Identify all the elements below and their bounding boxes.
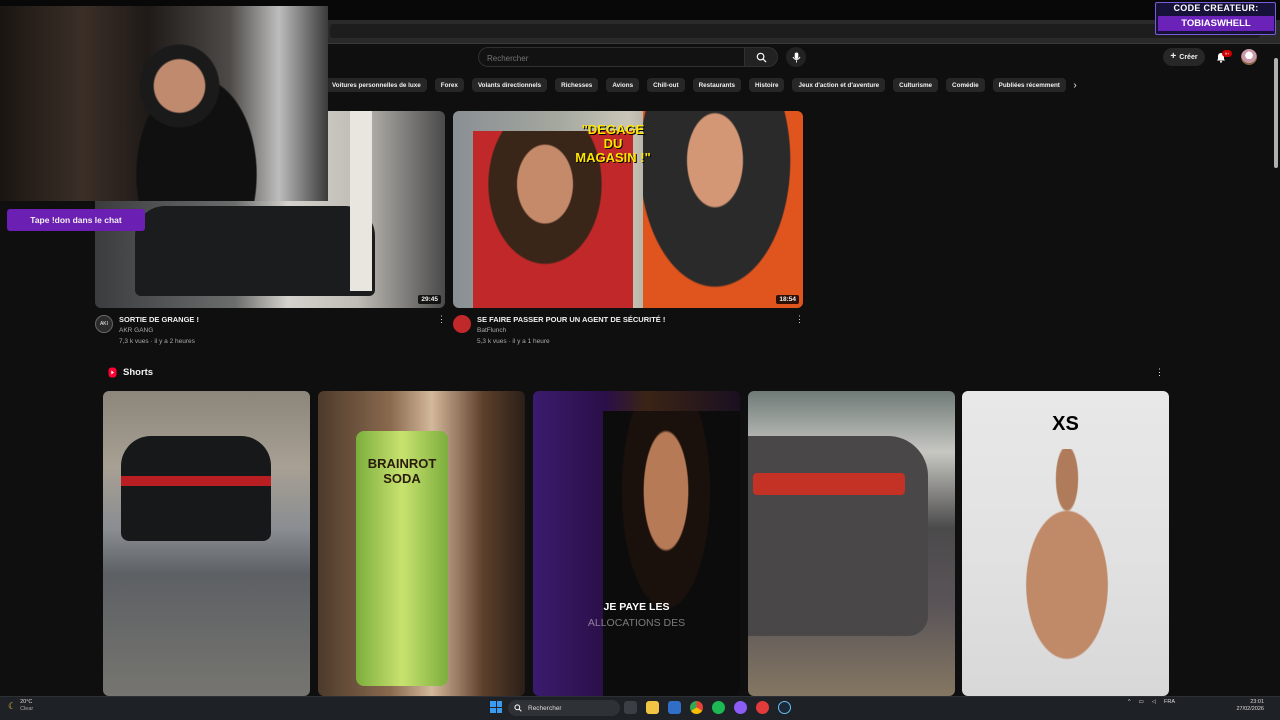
creator-code-label: CODE CREATEUR: [1173, 3, 1259, 13]
thumbnail-overlay-text: "DEGAGE DU MAGASIN !" [575, 122, 651, 165]
shorts-header: Shorts [108, 367, 153, 378]
create-label: Créer [1179, 53, 1198, 61]
chip[interactable]: Histoire [749, 78, 785, 92]
tail-light-shape [121, 476, 271, 486]
streamer-webcam [0, 6, 328, 201]
spotify-icon[interactable] [712, 701, 725, 714]
tail-light-shape [753, 473, 905, 495]
chip[interactable]: Voitures personnelles de luxe [326, 78, 427, 92]
weather-widget[interactable]: ☾ 20°C Clear [8, 699, 33, 713]
shorts-icon [108, 367, 117, 378]
address-bar[interactable] [330, 24, 1260, 38]
app-icon[interactable] [756, 701, 769, 714]
video-thumbnail[interactable]: "DEGAGE DU MAGASIN !" 18:54 [453, 111, 803, 308]
chevron-right-icon: › [1073, 79, 1077, 91]
taskbar-search[interactable]: Rechercher [508, 700, 620, 716]
more-actions-icon[interactable]: ⋮ [795, 314, 804, 325]
windows-logo-icon [490, 701, 496, 707]
file-explorer-icon[interactable] [646, 701, 659, 714]
pillar-shape [350, 111, 372, 291]
taskbar-clock[interactable]: 23:01 27/02/2026 [1226, 699, 1264, 713]
app-icon[interactable] [734, 701, 747, 714]
short-card[interactable] [103, 391, 310, 696]
video-title[interactable]: SORTIE DE GRANGE ! [119, 315, 199, 324]
chips-next-button[interactable]: › [1068, 78, 1082, 92]
short-caption-line1: JE PAYE LES [603, 601, 670, 613]
person-shape [992, 449, 1142, 696]
chrome-icon[interactable] [690, 701, 703, 714]
can-label-text: BRAINROT SODA [367, 456, 437, 486]
weather-desc: Clear [20, 706, 34, 712]
channel-avatar[interactable]: AKI [95, 315, 113, 333]
voice-search-button[interactable] [786, 47, 806, 67]
search-button[interactable] [744, 47, 778, 67]
search-icon [756, 52, 767, 63]
chip[interactable]: Culturisme [893, 78, 939, 92]
video-title[interactable]: SE FAIRE PASSER POUR UN AGENT DE SÉCURIT… [477, 315, 665, 324]
volume-icon[interactable]: ◁ [1152, 699, 1156, 705]
clock-time: 23:01 [1250, 699, 1264, 705]
task-view-icon[interactable] [624, 701, 637, 714]
start-button[interactable] [490, 701, 502, 713]
chip[interactable]: Chill-out [647, 78, 685, 92]
short-overlay-text: XS [1052, 413, 1079, 435]
notification-badge: 9+ [1222, 50, 1232, 57]
short-card[interactable] [748, 391, 955, 696]
more-actions-icon[interactable]: ⋮ [437, 314, 446, 325]
chat-banner: Tape !don dans le chat [7, 209, 145, 231]
clock-date: 27/02/2026 [1236, 706, 1264, 712]
chip[interactable]: Forex [434, 78, 464, 92]
person-shape [603, 411, 740, 696]
chip[interactable]: Comédie [946, 78, 985, 92]
chip[interactable]: Volants directionnels [471, 78, 548, 92]
car-shape [135, 206, 375, 296]
search-box[interactable] [478, 47, 744, 68]
short-caption-line2: ALLOCATIONS DES [587, 617, 686, 629]
shorts-more-icon[interactable]: ⋮ [1155, 367, 1164, 378]
video-meta: 7,3 k vues · il y a 2 heures [119, 338, 195, 345]
chip[interactable]: Richesses [555, 78, 599, 92]
taskbar-search-label: Rechercher [528, 704, 562, 712]
short-card[interactable]: JE PAYE LES ALLOCATIONS DES [533, 391, 740, 696]
video-duration: 29:45 [418, 295, 441, 304]
shorts-title: Shorts [123, 367, 154, 378]
channel-avatar[interactable] [453, 315, 471, 333]
car-rear-shape [121, 436, 271, 541]
system-tray: ^ ▭ ◁ FRA [1128, 699, 1175, 705]
chip[interactable]: Avions [606, 78, 640, 92]
car-rear-shape [748, 436, 928, 636]
person-right-shape [643, 111, 803, 308]
chip[interactable]: Publiées récemment [992, 78, 1066, 92]
microphone-icon [792, 52, 800, 62]
creator-code-value: TOBIASWHELL [1158, 16, 1274, 31]
scrollbar-thumb[interactable] [1274, 58, 1278, 168]
windows-taskbar [0, 696, 1280, 720]
short-card[interactable]: BRAINROT SODA [318, 391, 525, 696]
streamer-shape [120, 24, 290, 201]
network-icon[interactable]: ▭ [1139, 699, 1144, 705]
video-meta: 5,3 k vues · il y a 1 heure [477, 338, 550, 345]
create-button[interactable]: + Créer [1163, 48, 1205, 66]
chip[interactable]: Restaurants [692, 78, 742, 92]
search-icon [514, 704, 522, 712]
chevron-up-icon[interactable]: ^ [1128, 699, 1131, 705]
channel-name[interactable]: BatFlunch [477, 327, 506, 334]
category-chips: Voitures personnelles de luxe Forex Vola… [326, 78, 1066, 92]
channel-name[interactable]: AKR GANG [119, 327, 153, 334]
short-card[interactable]: XS [962, 391, 1169, 696]
account-avatar[interactable] [1241, 49, 1257, 65]
chip[interactable]: Jeux d'action et d'aventure [792, 78, 886, 92]
steam-icon[interactable] [778, 701, 791, 714]
moon-icon: ☾ [8, 700, 17, 711]
language-indicator[interactable]: FRA [1164, 699, 1175, 705]
video-duration: 18:54 [776, 295, 799, 304]
weather-temp: 20°C [20, 699, 33, 705]
plus-icon: + [1170, 51, 1177, 62]
search-input[interactable] [479, 49, 744, 68]
app-icon[interactable] [668, 701, 681, 714]
